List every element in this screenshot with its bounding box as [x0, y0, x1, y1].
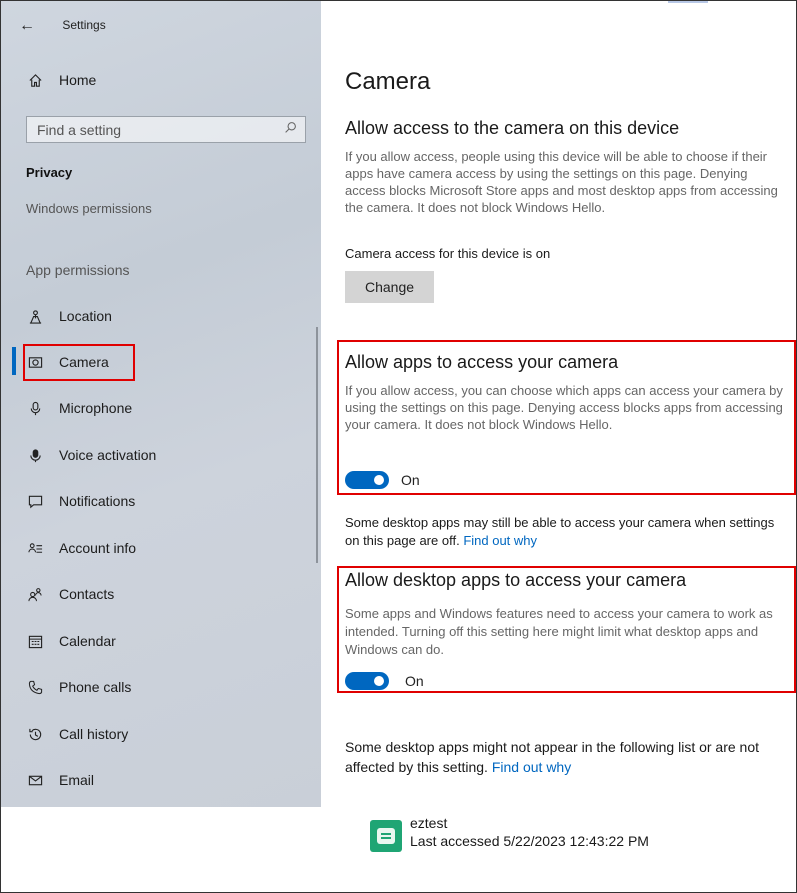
device-access-status: Camera access for this device is on — [345, 246, 551, 261]
scroll-indicator — [668, 1, 708, 3]
back-arrow-icon[interactable]: ← — [19, 17, 35, 34]
sidebar-item-notifications[interactable]: Notifications — [27, 493, 135, 509]
sidebar-item-label: Location — [59, 308, 112, 324]
sidebar-item-label: Calendar — [59, 633, 116, 649]
desktop-note-text: Some desktop apps may still be able to a… — [345, 515, 775, 548]
app-last-accessed: Last accessed 5/22/2023 12:43:22 PM — [410, 833, 649, 849]
list-item: eztest Last accessed 5/22/2023 12:43:22 … — [370, 814, 649, 852]
sidebar-item-label: Voice activation — [59, 447, 157, 463]
apps-access-description: If you allow access, you can choose whic… — [345, 383, 783, 432]
apps-access-toggle[interactable] — [345, 471, 389, 489]
sidebar-item-label: Microphone — [59, 400, 133, 416]
sidebar-item-location[interactable]: Location — [27, 308, 112, 324]
microphone-icon — [27, 400, 43, 416]
find-out-why-link[interactable]: Find out why — [463, 533, 537, 548]
sidebar-item-microphone[interactable]: Microphone — [27, 400, 132, 416]
history-icon — [27, 726, 43, 742]
find-out-why-link-2[interactable]: Find out why — [492, 759, 571, 775]
device-access-heading: Allow access to the camera on this devic… — [345, 118, 680, 138]
sidebar-item-home[interactable]: Home — [27, 72, 96, 88]
sidebar-item-contacts[interactable]: Contacts — [27, 586, 114, 602]
sidebar-item-calendar[interactable]: Calendar — [27, 633, 116, 649]
app-icon — [370, 820, 402, 852]
contacts-icon — [27, 586, 43, 602]
phone-icon — [27, 679, 43, 695]
device-access-description: If you allow access, people using this d… — [345, 149, 778, 215]
camera-highlight-box — [23, 344, 135, 381]
desktop-access-toggle-row: On — [345, 672, 424, 690]
section-title: Privacy — [26, 165, 73, 180]
sidebar-item-label: Notifications — [59, 493, 136, 509]
window-title: Settings — [62, 18, 106, 32]
account-info-icon — [27, 540, 43, 556]
sidebar-item-label: Contacts — [59, 586, 115, 602]
desktop-access-toggle[interactable] — [345, 672, 389, 690]
apps-access-toggle-label: On — [401, 472, 420, 488]
selection-indicator — [12, 347, 16, 375]
notifications-icon — [27, 493, 43, 509]
sidebar-item-label: Home — [59, 72, 97, 88]
apps-access-heading: Allow apps to access your camera — [345, 352, 619, 372]
group-label: App permissions — [26, 262, 130, 278]
calendar-icon — [27, 633, 43, 649]
sidebar-item-label: Call history — [59, 726, 129, 742]
email-icon — [27, 772, 43, 788]
sidebar-item-phone-calls[interactable]: Phone calls — [27, 679, 131, 695]
home-icon — [27, 72, 43, 88]
desktop-access-description: Some apps and Windows features need to a… — [345, 606, 773, 657]
sidebar-item-label: Phone calls — [59, 679, 132, 695]
sidebar-item-email[interactable]: Email — [27, 772, 94, 788]
app-name: eztest — [410, 815, 448, 831]
location-icon — [27, 308, 43, 324]
desktop-access-toggle-label: On — [405, 673, 424, 689]
title-bar: ← Settings — [19, 17, 106, 35]
sidebar-item-voice-activation[interactable]: Voice activation — [27, 447, 156, 463]
search-input[interactable]: Find a setting — [26, 116, 306, 143]
sidebar: ← Settings Home Find a setting Privacy W… — [1, 1, 321, 807]
voice-activation-icon — [27, 447, 43, 463]
sidebar-item-call-history[interactable]: Call history — [27, 726, 128, 742]
sidebar-item-account-info[interactable]: Account info — [27, 540, 136, 556]
sidebar-item-windows-permissions: Windows permissions — [26, 201, 152, 216]
desktop-access-heading: Allow desktop apps to access your camera — [345, 570, 687, 590]
search-placeholder: Find a setting — [37, 122, 122, 138]
sidebar-item-label: Email — [59, 772, 95, 788]
search-icon — [284, 121, 297, 137]
app-list-note: Some desktop apps might not appear in th… — [345, 737, 795, 777]
page-title: Camera — [345, 68, 431, 95]
apps-access-toggle-row: On — [345, 471, 420, 489]
desktop-note: Some desktop apps may still be able to a… — [345, 514, 790, 550]
sidebar-item-label: Account info — [59, 540, 137, 556]
change-button[interactable]: Change — [345, 271, 434, 303]
